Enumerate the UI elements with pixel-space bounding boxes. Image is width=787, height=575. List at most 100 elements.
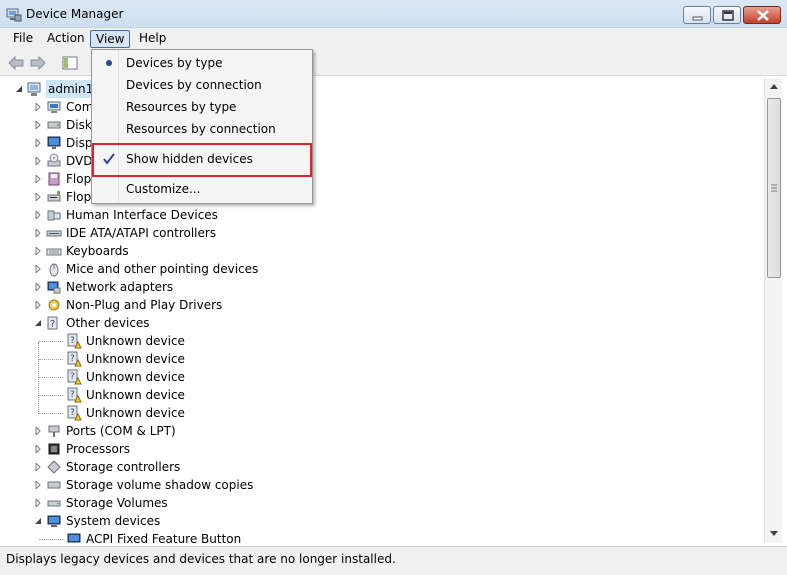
tree-category-item[interactable]: Ports (COM & LPT)	[2, 422, 763, 440]
tree-item-label: Storage volume shadow copies	[66, 478, 254, 492]
tree-item-label: Unknown device	[86, 352, 185, 366]
tree-guide-line	[39, 395, 63, 396]
tree-guide-line	[39, 539, 63, 540]
expand-triangle-icon[interactable]	[34, 481, 42, 489]
expand-triangle-icon[interactable]	[34, 175, 42, 183]
tree-item-label: Unknown device	[86, 334, 185, 348]
expand-triangle-icon[interactable]	[34, 247, 42, 255]
tree-item-label: Unknown device	[86, 370, 185, 384]
storage-volume-icon	[47, 500, 61, 507]
tree-item-label: Mice and other pointing devices	[66, 262, 259, 276]
tree-child-item[interactable]: ? Unknown device	[2, 404, 763, 422]
tree-item-label: ACPI Fixed Feature Button	[86, 532, 242, 543]
expand-triangle-icon[interactable]	[34, 229, 42, 237]
tree-category-item[interactable]: Mice and other pointing devices	[2, 260, 763, 278]
other-devices-icon: ?	[47, 316, 58, 330]
tree-category-item[interactable]: Storage controllers	[2, 458, 763, 476]
tree-item-label: Storage Volumes	[66, 496, 168, 510]
tree-item-label: Non-Plug and Play Drivers	[66, 298, 223, 312]
scroll-up-icon[interactable]	[765, 78, 783, 95]
menu-item-customize[interactable]: Customize...	[94, 178, 310, 200]
tree-category-item[interactable]: Processors	[2, 440, 763, 458]
expand-triangle-icon[interactable]	[34, 211, 42, 219]
menu-action[interactable]: Action	[42, 30, 90, 48]
shadow-copy-icon	[47, 481, 61, 489]
status-bar: Displays legacy devices and devices that…	[0, 546, 787, 575]
menu-file[interactable]: File	[8, 30, 38, 48]
tree-category-item[interactable]: Non-Plug and Play Drivers	[2, 296, 763, 314]
tree-child-item[interactable]: ACPI Fixed Feature Button	[2, 530, 763, 543]
menu-item-resources-by-type[interactable]: Resources by type	[94, 96, 310, 118]
expand-triangle-icon[interactable]	[34, 121, 42, 129]
radio-bullet-icon	[106, 60, 112, 66]
menu-item-label: Customize...	[126, 182, 201, 196]
menu-item-label: Resources by connection	[126, 122, 276, 136]
unknown-device-warning-icon: ?	[67, 405, 82, 421]
tree-item-label: Com	[66, 100, 94, 114]
expand-triangle-icon[interactable]	[34, 103, 42, 111]
view-dropdown-menu: Devices by type Devices by connection Re…	[91, 49, 313, 204]
expand-triangle-icon[interactable]	[34, 445, 42, 453]
tree-category-item[interactable]: IDE ATA/ATAPI controllers	[2, 224, 763, 242]
svg-text:?: ?	[70, 336, 75, 346]
forward-arrow-icon[interactable]	[28, 53, 48, 73]
menu-item-devices-by-type[interactable]: Devices by type	[94, 52, 310, 74]
svg-text:?: ?	[70, 408, 75, 418]
expand-triangle-icon[interactable]	[34, 499, 42, 507]
collapse-triangle-icon[interactable]	[34, 517, 42, 525]
tree-guide-line	[39, 413, 63, 414]
close-icon	[757, 10, 769, 21]
scroll-down-icon[interactable]	[765, 525, 783, 542]
menu-item-devices-by-connection[interactable]: Devices by connection	[94, 74, 310, 96]
expand-triangle-icon[interactable]	[34, 427, 42, 435]
floppy-controller-icon	[48, 172, 60, 186]
ide-controller-icon	[46, 230, 62, 237]
minimize-button[interactable]	[683, 6, 711, 24]
svg-text:?: ?	[70, 354, 75, 364]
svg-text:?: ?	[70, 390, 75, 400]
tree-item-label: Unknown device	[86, 406, 185, 420]
menu-item-resources-by-connection[interactable]: Resources by connection	[94, 118, 310, 140]
expand-triangle-icon[interactable]	[34, 265, 42, 273]
tree-child-item[interactable]: ? Unknown device	[2, 386, 763, 404]
collapse-triangle-icon[interactable]	[34, 319, 42, 327]
expand-triangle-icon[interactable]	[34, 193, 42, 201]
expand-triangle-icon[interactable]	[34, 139, 42, 147]
processor-icon	[48, 443, 60, 455]
expand-triangle-icon[interactable]	[34, 283, 42, 291]
close-button[interactable]	[743, 6, 781, 24]
tree-category-item[interactable]: Network adapters	[2, 278, 763, 296]
show-hide-console-tree-icon[interactable]	[60, 53, 80, 73]
menu-help[interactable]: Help	[134, 30, 171, 48]
expand-triangle-icon[interactable]	[34, 157, 42, 165]
tree-item-label: Disk	[66, 118, 92, 132]
driver-icon	[48, 299, 60, 311]
keyboard-icon	[46, 248, 62, 256]
tree-child-item[interactable]: ? Unknown device	[2, 332, 763, 350]
system-devices-icon	[47, 515, 61, 527]
tree-item-label: Storage controllers	[66, 460, 181, 474]
back-arrow-icon[interactable]	[6, 53, 26, 73]
tree-category-item[interactable]: Keyboards	[2, 242, 763, 260]
tree-item-label: System devices	[66, 514, 161, 528]
collapse-triangle-icon[interactable]	[15, 85, 23, 93]
device-manager-icon	[6, 8, 22, 22]
menu-view[interactable]: View	[90, 30, 131, 48]
vertical-scrollbar[interactable]	[764, 78, 782, 543]
scroll-thumb[interactable]	[767, 98, 781, 278]
tree-child-item[interactable]: ? Unknown device	[2, 350, 763, 368]
expand-triangle-icon[interactable]	[34, 301, 42, 309]
tree-category-item[interactable]: Storage Volumes	[2, 494, 763, 512]
expand-triangle-icon[interactable]	[34, 463, 42, 471]
tree-category-item[interactable]: ? Other devices	[2, 314, 763, 332]
tree-item-label: Disp	[66, 136, 93, 150]
tree-category-item[interactable]: Human Interface Devices	[2, 206, 763, 224]
port-icon	[48, 425, 60, 437]
unknown-device-warning-icon: ?	[67, 387, 82, 403]
network-adapter-icon	[47, 281, 61, 294]
tree-category-item[interactable]: System devices	[2, 512, 763, 530]
maximize-button[interactable]	[713, 6, 741, 24]
tree-category-item[interactable]: Storage volume shadow copies	[2, 476, 763, 494]
tree-child-item[interactable]: ? Unknown device	[2, 368, 763, 386]
tree-guide-line	[39, 377, 63, 378]
